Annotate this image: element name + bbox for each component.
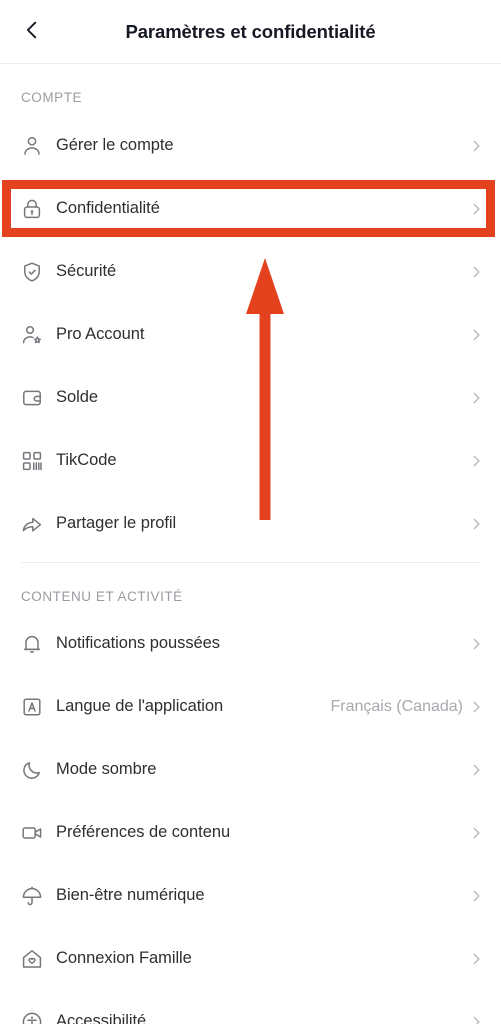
row-accessibilite[interactable]: Accessibilité xyxy=(0,990,501,1024)
row-label: Préférences de contenu xyxy=(56,823,230,842)
chevron-right-icon xyxy=(467,200,485,218)
row-securite[interactable]: Sécurité xyxy=(0,240,501,303)
row-label: Notifications poussées xyxy=(56,634,220,653)
section-label-contenu-et-activite: CONTENU ET ACTIVITÉ xyxy=(21,589,183,604)
row-label: Connexion Famille xyxy=(56,949,192,968)
share-arrow-icon xyxy=(19,511,45,537)
row-label: Accessibilité xyxy=(56,1012,146,1024)
chevron-right-icon xyxy=(467,950,485,968)
row-label: Solde xyxy=(56,388,98,407)
row-tikcode[interactable]: TikCode xyxy=(0,429,501,492)
row-pro-account[interactable]: Pro Account xyxy=(0,303,501,366)
row-label: Langue de l'application xyxy=(56,697,223,716)
wallet-icon xyxy=(19,385,45,411)
row-label: Pro Account xyxy=(56,325,144,344)
row-preferences-de-contenu[interactable]: Préférences de contenu xyxy=(0,801,501,864)
row-mode-sombre[interactable]: Mode sombre xyxy=(0,738,501,801)
person-star-icon xyxy=(19,322,45,348)
chevron-right-icon xyxy=(467,635,485,653)
row-partager-le-profil[interactable]: Partager le profil xyxy=(0,492,501,555)
row-label: Bien-être numérique xyxy=(56,886,205,905)
chevron-right-icon xyxy=(467,887,485,905)
row-gerer-le-compte[interactable]: Gérer le compte xyxy=(0,114,501,177)
row-solde[interactable]: Solde xyxy=(0,366,501,429)
lock-icon xyxy=(19,196,45,222)
moon-icon xyxy=(19,757,45,783)
chevron-right-icon xyxy=(467,389,485,407)
chevron-right-icon xyxy=(467,515,485,533)
row-label: Mode sombre xyxy=(56,760,156,779)
settings-screen: Paramètres et confidentialité COMPTE Gér… xyxy=(0,0,501,1024)
umbrella-icon xyxy=(19,883,45,909)
person-icon xyxy=(19,133,45,159)
row-confidentialite[interactable]: Confidentialité xyxy=(0,177,501,240)
row-label: TikCode xyxy=(56,451,116,470)
qr-code-icon xyxy=(19,448,45,474)
row-label: Partager le profil xyxy=(56,514,176,533)
chevron-right-icon xyxy=(467,263,485,281)
chevron-right-icon xyxy=(467,326,485,344)
row-label: Sécurité xyxy=(56,262,116,281)
video-camera-icon xyxy=(19,820,45,846)
chevron-right-icon xyxy=(467,761,485,779)
row-connexion-famille[interactable]: Connexion Famille xyxy=(0,927,501,990)
section-label-compte: COMPTE xyxy=(21,90,82,105)
section-divider xyxy=(21,562,481,563)
app-header: Paramètres et confidentialité xyxy=(0,0,501,64)
chevron-right-icon xyxy=(467,452,485,470)
chevron-right-icon xyxy=(467,137,485,155)
accessibility-icon xyxy=(19,1009,45,1024)
shield-check-icon xyxy=(19,259,45,285)
row-langue-de-lapplication[interactable]: Langue de l'application Français (Canada… xyxy=(0,675,501,738)
row-bien-etre-numerique[interactable]: Bien-être numérique xyxy=(0,864,501,927)
chevron-right-icon xyxy=(467,698,485,716)
chevron-right-icon xyxy=(467,824,485,842)
letter-a-box-icon xyxy=(19,694,45,720)
row-value-language: Français (Canada) xyxy=(331,698,464,716)
chevron-right-icon xyxy=(467,1013,485,1024)
row-label: Confidentialité xyxy=(56,199,160,218)
row-label: Gérer le compte xyxy=(56,136,174,155)
row-notifications-poussees[interactable]: Notifications poussées xyxy=(0,612,501,675)
page-title: Paramètres et confidentialité xyxy=(0,0,501,64)
bell-icon xyxy=(19,631,45,657)
house-heart-icon xyxy=(19,946,45,972)
